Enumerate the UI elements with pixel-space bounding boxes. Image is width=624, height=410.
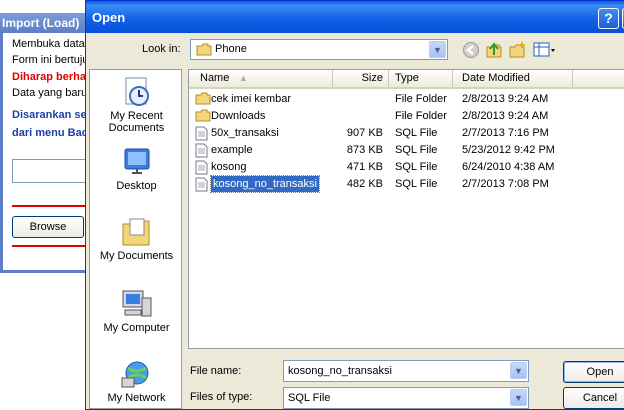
file-type-cell: SQL File xyxy=(395,127,438,139)
place-my-network[interactable]: My Network xyxy=(90,358,181,404)
sql-file-icon xyxy=(195,177,208,197)
place-label: My Network xyxy=(107,392,166,404)
column-header-size[interactable]: Size xyxy=(333,70,389,87)
column-label: Type xyxy=(395,72,419,84)
file-list: Name ▲ Size Type Date Modified cek imei … xyxy=(188,69,624,349)
chevron-down-icon[interactable]: ▼ xyxy=(429,41,446,58)
file-name-cell: Downloads xyxy=(211,110,266,122)
file-row[interactable]: kosong 471 KB SQL File 6/24/2010 4:38 AM xyxy=(189,159,624,176)
place-my-recent-documents[interactable]: My Recent Documents xyxy=(90,76,181,134)
column-header-name[interactable]: Name ▲ xyxy=(189,70,333,87)
file-size-cell: 907 KB xyxy=(346,127,383,139)
file-name-cell: example xyxy=(211,144,253,156)
file-row[interactable]: cek imei kembar File Folder 2/8/2013 9:24 … xyxy=(189,91,624,108)
places-bar: My Recent Documents Desktop My Documents xyxy=(89,69,182,409)
column-label: Size xyxy=(361,72,383,84)
dialog-title: Open xyxy=(92,10,126,25)
file-type-cell: SQL File xyxy=(395,161,438,173)
sort-ascending-icon: ▲ xyxy=(239,73,248,83)
help-button[interactable]: ? xyxy=(598,8,619,29)
place-desktop[interactable]: Desktop xyxy=(90,146,181,192)
info-line-2: Form ini bertuju xyxy=(12,54,89,66)
up-one-level-icon[interactable] xyxy=(485,41,503,59)
warning-line: Diharap berha xyxy=(12,71,86,83)
file-date-cell: 2/7/2013 7:16 PM xyxy=(462,127,549,139)
file-row[interactable]: kosong_no_transaksi 482 KB SQL File 2/7/201… xyxy=(189,175,624,193)
place-label: My Documents xyxy=(99,250,174,262)
file-name-value: kosong_no_transaksi xyxy=(288,365,392,377)
file-type-dropdown[interactable]: SQL File ▼ xyxy=(283,387,529,409)
file-size-cell: 471 KB xyxy=(346,161,383,173)
view-menu-icon[interactable] xyxy=(533,41,557,59)
file-name-cell: kosong_no_transaksi xyxy=(210,175,320,193)
advice-line-1: Disarankan se xyxy=(12,109,87,121)
back-icon[interactable] xyxy=(462,41,480,59)
folder-icon xyxy=(196,43,212,56)
look-in-dropdown[interactable]: Phone ▼ xyxy=(190,39,448,60)
file-type-cell: File Folder xyxy=(395,110,447,122)
file-name-cell: kosong xyxy=(211,161,247,173)
place-label: Desktop xyxy=(116,180,157,192)
file-type-cell: SQL File xyxy=(395,178,438,190)
advice-line-2: dari menu Bac xyxy=(12,127,88,139)
place-label: My Recent Documents xyxy=(108,110,165,134)
file-date-cell: 2/8/2013 9:24 AM xyxy=(462,110,549,122)
open-dialog: Open ? X Look in: Phone ▼ xyxy=(85,0,624,410)
place-label: My Computer xyxy=(103,322,170,334)
file-type-cell: SQL File xyxy=(395,144,438,156)
column-header-date-modified[interactable]: Date Modified xyxy=(453,70,573,87)
my-documents-icon xyxy=(122,218,149,246)
file-type-value: SQL File xyxy=(288,392,331,404)
new-folder-icon[interactable] xyxy=(509,41,527,59)
chevron-down-icon[interactable]: ▼ xyxy=(510,362,527,379)
column-label: Name xyxy=(200,72,230,84)
file-name-label: File name: xyxy=(190,365,242,377)
file-row[interactable]: Downloads File Folder 2/8/2013 9:24 AM xyxy=(189,108,624,125)
browse-button[interactable]: Browse xyxy=(12,216,84,238)
info-line-3: Data yang baru xyxy=(12,87,88,99)
file-size-cell: 873 KB xyxy=(346,144,383,156)
column-header-row: Name ▲ Size Type Date Modified xyxy=(189,70,624,89)
chevron-down-icon[interactable]: ▼ xyxy=(510,389,527,406)
file-name-cell: cek imei kembar xyxy=(211,93,292,105)
column-header-type[interactable]: Type xyxy=(389,70,453,87)
column-label: Date Modified xyxy=(462,72,530,84)
file-date-cell: 2/7/2013 7:08 PM xyxy=(462,178,549,190)
place-my-documents[interactable]: My Documents xyxy=(90,216,181,262)
file-date-cell: 6/24/2010 4:38 AM xyxy=(462,161,555,173)
file-type-cell: File Folder xyxy=(395,93,447,105)
open-button[interactable]: Open xyxy=(563,361,624,383)
file-date-cell: 2/8/2013 9:24 AM xyxy=(462,93,549,105)
file-size-cell: 482 KB xyxy=(346,178,383,190)
desktop-icon xyxy=(124,148,149,174)
recent-documents-icon xyxy=(125,77,149,106)
place-my-computer[interactable]: My Computer xyxy=(90,288,181,334)
info-line-1: Membuka datab xyxy=(12,38,91,50)
file-date-cell: 5/23/2012 9:42 PM xyxy=(462,144,555,156)
file-row[interactable]: example 873 KB SQL File 5/23/2012 9:42 PM xyxy=(189,142,624,159)
file-name-cell: 50x_transaksi xyxy=(211,127,279,139)
cancel-button[interactable]: Cancel xyxy=(563,387,624,409)
my-network-icon xyxy=(121,361,148,388)
file-row[interactable]: 50x_transaksi 907 KB SQL File 2/7/2013 7:16… xyxy=(189,125,624,142)
my-computer-icon xyxy=(122,290,151,317)
look-in-label: Look in: xyxy=(142,43,181,55)
file-type-label: Files of type: xyxy=(190,391,253,403)
file-name-input[interactable]: kosong_no_transaksi ▼ xyxy=(283,360,529,382)
look-in-value: Phone xyxy=(215,43,247,55)
dialog-title-bar[interactable]: Open ? X xyxy=(86,1,624,33)
